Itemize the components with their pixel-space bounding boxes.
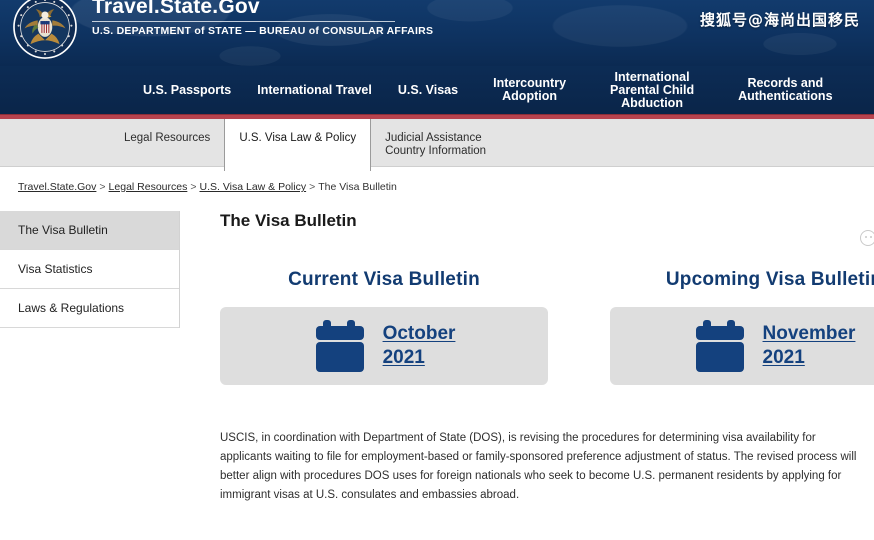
nav-item-records-and-authentications[interactable]: Records and Authentications xyxy=(716,77,854,103)
current-bulletin-card[interactable]: October 2021 xyxy=(220,307,548,385)
tab-judicial-assistance-country-information[interactable]: Judicial Assistance Country Information xyxy=(371,119,500,167)
wechat-overlay-watermark: 海尚出国 xyxy=(859,229,874,246)
brand-divider xyxy=(92,21,395,22)
upcoming-visa-bulletin-column: Upcoming Visa Bulletin November 2021 xyxy=(610,269,874,385)
sidebar-navigation: The Visa Bulletin Visa Statistics Laws &… xyxy=(0,211,180,328)
current-bulletin-month: October xyxy=(382,323,456,344)
site-title: Travel.State.Gov xyxy=(92,0,260,18)
current-bulletin-year: 2021 xyxy=(382,347,425,368)
current-bulletin-link[interactable]: October 2021 xyxy=(383,322,456,370)
current-bulletin-heading: Current Visa Bulletin xyxy=(288,269,480,290)
uscis-notice-paragraph: USCIS, in coordination with Department o… xyxy=(220,432,857,501)
breadcrumb-separator: > xyxy=(309,181,316,193)
page-title: The Visa Bulletin xyxy=(220,211,357,230)
tab-legal-resources[interactable]: Legal Resources xyxy=(110,119,224,167)
sidebar-item-laws-and-regulations[interactable]: Laws & Regulations xyxy=(0,289,179,328)
upcoming-bulletin-month: November xyxy=(762,323,856,344)
nav-item-international-travel[interactable]: International Travel xyxy=(244,83,385,97)
current-visa-bulletin-column: Current Visa Bulletin October 2021 xyxy=(220,269,548,385)
nav-item-intercountry-adoption[interactable]: Intercountry Adoption xyxy=(471,77,588,103)
upcoming-bulletin-year: 2021 xyxy=(762,347,805,368)
sidebar-item-the-visa-bulletin[interactable]: The Visa Bulletin xyxy=(0,211,179,250)
calendar-icon xyxy=(695,320,744,372)
site-brand: Travel.State.Gov U.S. DEPARTMENT of STAT… xyxy=(92,0,433,37)
breadcrumb-link-us-visa-law-and-policy[interactable]: U.S. Visa Law & Policy xyxy=(199,181,306,193)
calendar-icon xyxy=(315,320,364,372)
nav-item-us-passports[interactable]: U.S. Passports xyxy=(130,83,244,97)
upcoming-bulletin-heading: Upcoming Visa Bulletin xyxy=(665,269,874,290)
nav-item-us-visas[interactable]: U.S. Visas xyxy=(385,83,471,97)
main-column: The Visa Bulletin Current Visa Bulletin … xyxy=(180,211,874,505)
sidebar-item-visa-statistics[interactable]: Visa Statistics xyxy=(0,250,179,289)
sub-navigation-tabs: Legal Resources U.S. Visa Law & Policy J… xyxy=(0,119,874,171)
page-content: The Visa Bulletin Visa Statistics Laws &… xyxy=(0,193,874,505)
breadcrumb-separator: > xyxy=(190,181,197,193)
us-great-seal-icon xyxy=(13,0,77,59)
breadcrumb-link-legal-resources[interactable]: Legal Resources xyxy=(109,181,188,193)
sohu-watermark: 搜狐号@海尚出国移民 xyxy=(699,11,860,29)
nav-item-international-parental-child-abduction[interactable]: International Parental Child Abduction xyxy=(588,70,716,110)
breadcrumb-current-page: The Visa Bulletin xyxy=(318,181,397,193)
site-subtitle: U.S. DEPARTMENT of STATE — BUREAU of CON… xyxy=(92,25,434,37)
main-navigation: U.S. Passports International Travel U.S.… xyxy=(0,66,874,114)
upcoming-bulletin-link[interactable]: November 2021 xyxy=(763,322,856,370)
breadcrumb: Travel.State.Gov > Legal Resources > U.S. Vi… xyxy=(0,167,874,193)
wechat-icon xyxy=(859,229,874,246)
bulletin-columns: Current Visa Bulletin October 2021 Upcom… xyxy=(220,269,874,385)
breadcrumb-separator: > xyxy=(99,181,106,193)
site-header-banner: Travel.State.Gov U.S. DEPARTMENT of STAT… xyxy=(0,0,874,66)
breadcrumb-link-travel-state-gov[interactable]: Travel.State.Gov xyxy=(18,181,96,193)
tab-us-visa-law-and-policy[interactable]: U.S. Visa Law & Policy xyxy=(224,119,372,171)
upcoming-bulletin-card[interactable]: November 2021 xyxy=(610,307,874,385)
